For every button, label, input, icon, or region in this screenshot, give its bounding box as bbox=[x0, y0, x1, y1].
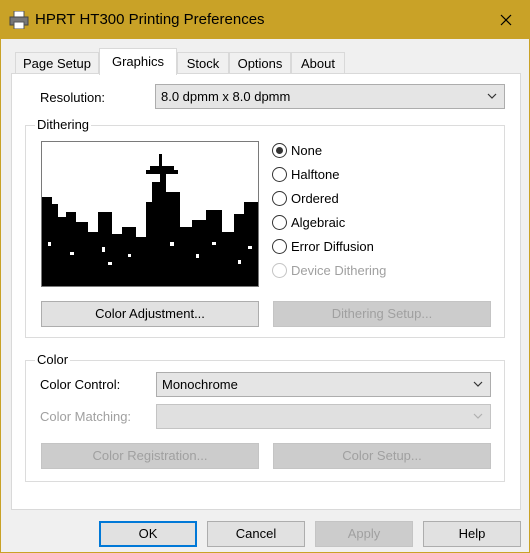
color-control-select[interactable]: Monochrome bbox=[156, 372, 491, 397]
chevron-down-icon bbox=[487, 93, 497, 99]
close-icon bbox=[500, 14, 512, 26]
tab-stock[interactable]: Stock bbox=[177, 52, 229, 74]
radio-label: Halftone bbox=[291, 166, 340, 182]
apply-button: Apply bbox=[315, 521, 413, 547]
radio-label: None bbox=[291, 142, 323, 158]
preferences-window: HPRT HT300 Printing Preferences Page Set… bbox=[0, 0, 530, 553]
resolution-select[interactable]: 8.0 dpmm x 8.0 dpmm bbox=[155, 84, 505, 109]
radio-label: Algebraic bbox=[291, 214, 346, 230]
radio-indicator bbox=[272, 262, 287, 278]
close-button[interactable] bbox=[483, 1, 529, 39]
color-matching-label: Color Matching: bbox=[40, 409, 132, 424]
tab-strip: Page Setup Graphics Stock Options About bbox=[15, 48, 515, 75]
radio-halftone[interactable]: Halftone bbox=[272, 165, 339, 183]
radio-algebraic[interactable]: Algebraic bbox=[272, 213, 345, 231]
color-adjustment-button[interactable]: Color Adjustment... bbox=[41, 301, 259, 327]
dithering-preview-image bbox=[41, 141, 259, 287]
color-registration-button: Color Registration... bbox=[41, 443, 259, 469]
color-control-label: Color Control: bbox=[40, 377, 121, 392]
tab-page-setup[interactable]: Page Setup bbox=[15, 52, 99, 74]
ok-button[interactable]: OK bbox=[99, 521, 197, 547]
printer-icon bbox=[9, 11, 29, 29]
skyline-image bbox=[42, 142, 258, 286]
radio-none[interactable]: None bbox=[272, 141, 322, 159]
window-title: HPRT HT300 Printing Preferences bbox=[35, 11, 265, 28]
tab-graphics[interactable]: Graphics bbox=[99, 48, 177, 75]
chevron-down-icon bbox=[473, 381, 483, 387]
radio-indicator bbox=[272, 142, 287, 158]
resolution-label: Resolution: bbox=[40, 90, 106, 105]
color-setup-button: Color Setup... bbox=[273, 443, 491, 469]
help-button[interactable]: Help bbox=[423, 521, 521, 547]
dithering-title: Dithering bbox=[35, 117, 92, 132]
radio-indicator bbox=[272, 238, 287, 254]
radio-error-diffusion[interactable]: Error Diffusion bbox=[272, 237, 374, 255]
dithering-setup-button: Dithering Setup... bbox=[273, 301, 491, 327]
radio-ordered[interactable]: Ordered bbox=[272, 189, 339, 207]
radio-label: Ordered bbox=[291, 190, 339, 206]
radio-indicator bbox=[272, 214, 287, 230]
tab-about[interactable]: About bbox=[291, 52, 345, 74]
color-title: Color bbox=[35, 352, 71, 367]
title-bar[interactable]: HPRT HT300 Printing Preferences bbox=[1, 1, 529, 39]
chevron-down-icon bbox=[473, 413, 483, 419]
radio-indicator bbox=[272, 166, 287, 182]
radio-indicator bbox=[272, 190, 287, 206]
radio-device-dithering: Device Dithering bbox=[272, 261, 386, 279]
radio-label: Device Dithering bbox=[291, 262, 387, 278]
color-control-value: Monochrome bbox=[162, 377, 238, 392]
cancel-button[interactable]: Cancel bbox=[207, 521, 305, 547]
color-matching-select bbox=[156, 404, 491, 429]
tab-options[interactable]: Options bbox=[229, 52, 291, 74]
resolution-value: 8.0 dpmm x 8.0 dpmm bbox=[161, 89, 291, 104]
radio-label: Error Diffusion bbox=[291, 238, 374, 254]
